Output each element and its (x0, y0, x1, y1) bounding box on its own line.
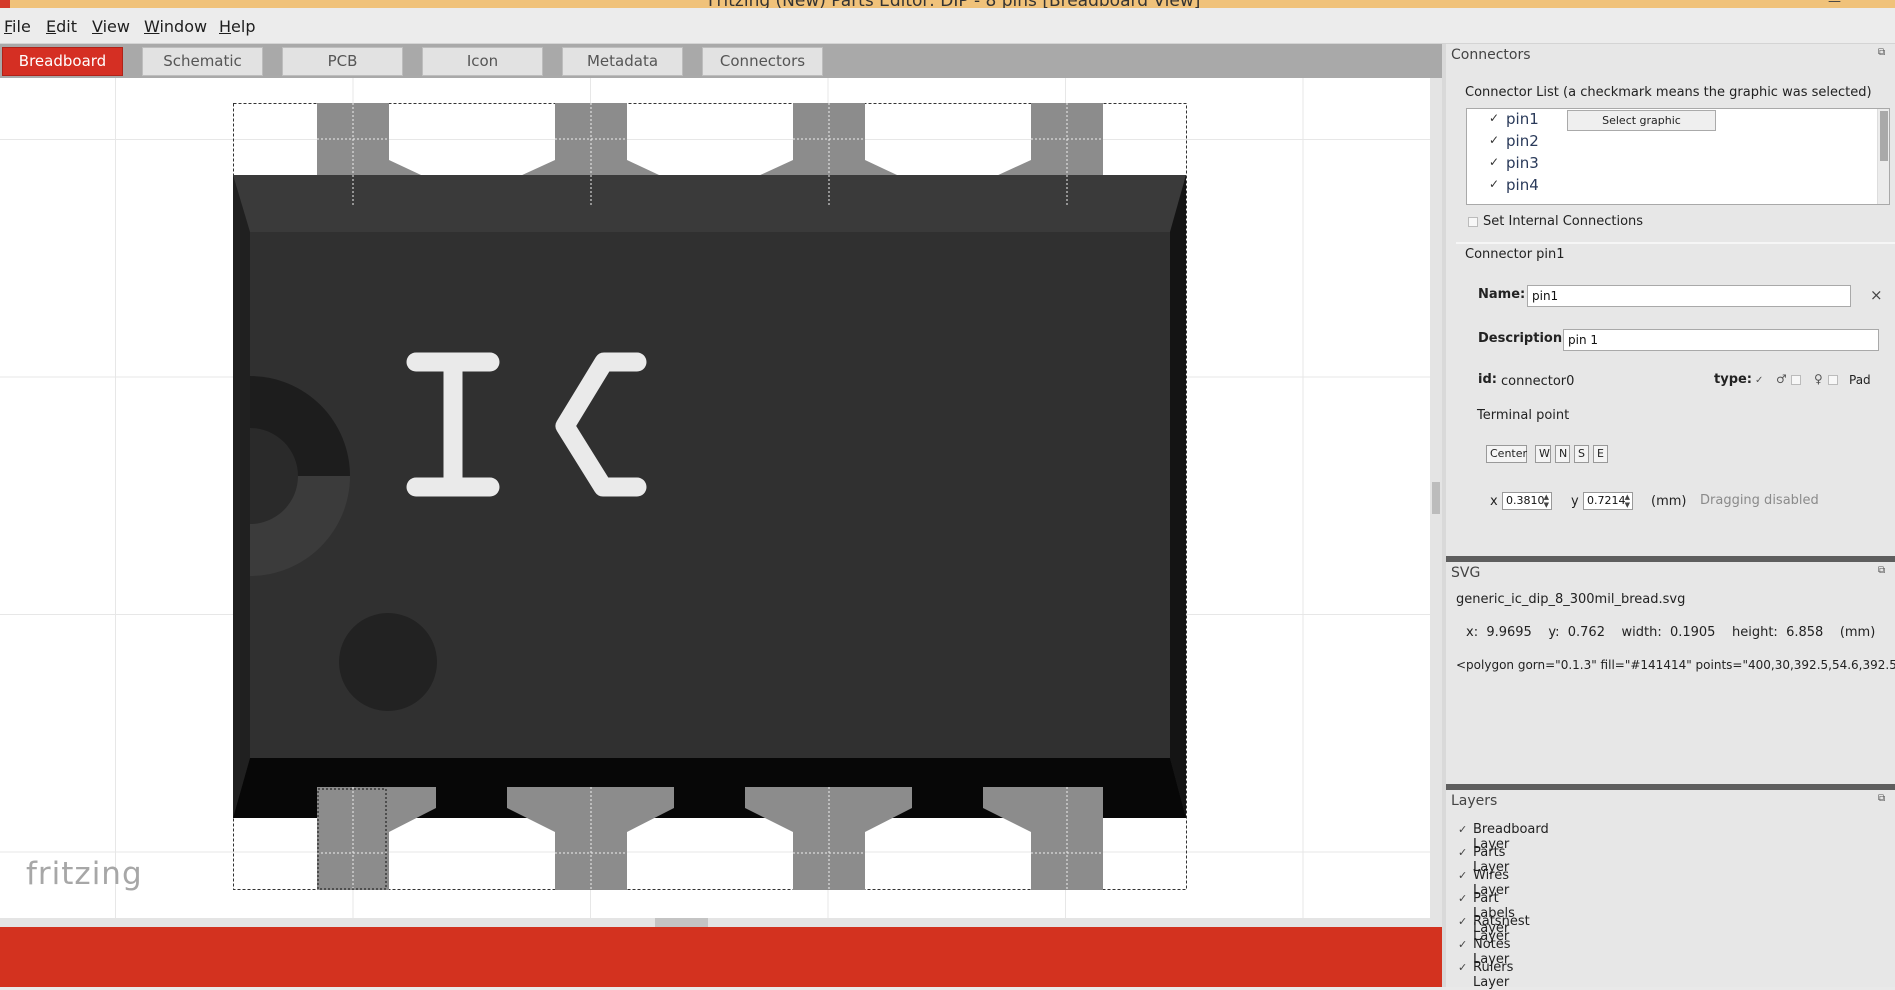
list-item[interactable]: ✓ pin3 (1467, 153, 1867, 175)
connector-list-scroll-thumb[interactable] (1880, 111, 1888, 161)
type-pad-label: Pad (1849, 373, 1871, 387)
female-connector-icon: ♀ (1814, 372, 1823, 386)
check-icon: ✓ (1458, 892, 1468, 905)
list-item[interactable]: ✓ pin2 (1467, 131, 1867, 153)
terminal-east-button[interactable]: E (1593, 445, 1608, 463)
layers-dock-title: Layers ⧉ (1446, 790, 1895, 812)
connector-description-input[interactable] (1563, 329, 1879, 351)
internal-connections-checkbox[interactable] (1468, 217, 1478, 227)
canvas-horizontal-scrollbar[interactable] (0, 918, 1442, 927)
connectors-dock-title: Connectors ⧉ (1446, 44, 1895, 66)
connector-list-label: Connector List (a checkmark means the gr… (1465, 85, 1872, 100)
terminal-x-spinbox[interactable]: 0.3810 ▲ ▼ (1502, 492, 1552, 510)
tab-metadata[interactable]: Metadata (562, 47, 683, 76)
pin-3-graphic[interactable] (745, 787, 912, 890)
pin1-indicator-dot (339, 613, 437, 711)
tab-pcb[interactable]: PCB (282, 47, 403, 76)
dock-float-icon[interactable]: ⧉ (1878, 794, 1889, 804)
svg-geometry: x: 9.9695 y: 0.762 width: 0.1905 height:… (1466, 625, 1876, 640)
check-icon: ✓ (1489, 111, 1500, 125)
menu-help[interactable]: Help (219, 17, 255, 36)
menu-edit[interactable]: Edit (46, 17, 77, 36)
check-icon: ✓ (1489, 177, 1500, 191)
id-label: id: (1478, 372, 1497, 387)
check-icon: ✓ (1458, 823, 1468, 836)
view-tab-bar: Breadboard Schematic PCB Icon Metadata C… (0, 44, 1442, 78)
dragging-status: Dragging disabled (1700, 493, 1819, 508)
spin-arrows-icon[interactable]: ▲ ▼ (1625, 493, 1630, 509)
check-icon: ✓ (1458, 938, 1468, 951)
terminal-unit-label: (mm) (1651, 494, 1687, 509)
section-divider (1456, 242, 1895, 244)
terminal-north-button[interactable]: N (1555, 445, 1570, 463)
connector-header: Connector pin1 (1465, 247, 1565, 262)
check-icon: ✓ (1489, 155, 1500, 169)
breadboard-canvas[interactable] (0, 78, 1430, 918)
dock-float-icon[interactable]: ⧉ (1878, 566, 1889, 576)
list-item[interactable]: ✓ pin4 (1467, 175, 1867, 197)
connector-list[interactable]: ✓ pin1 Select graphic ✓ pin2 ✓ pin3 ✓ pi… (1466, 108, 1890, 205)
svg-element-code: <polygon gorn="0.1.3" fill="#141414" poi… (1456, 658, 1895, 672)
minimize-icon[interactable]: — (1828, 0, 1841, 8)
id-value: connector0 (1501, 374, 1575, 389)
right-dock: Connectors ⧉ Connector List (a checkmark… (1446, 44, 1895, 990)
svg-dock-title: SVG ⧉ (1446, 562, 1895, 584)
pin-1-graphic[interactable] (317, 787, 436, 890)
check-icon: ✓ (1458, 915, 1468, 928)
connector-name-input[interactable] (1527, 285, 1851, 307)
check-icon: ✓ (1458, 869, 1468, 882)
menu-bar: File Edit View Window Help (0, 8, 1895, 44)
tab-icon[interactable]: Icon (422, 47, 543, 76)
connector-list-scrollbar[interactable] (1877, 109, 1889, 204)
internal-connections-label: Set Internal Connections (1483, 214, 1644, 229)
canvas-vscroll-thumb[interactable] (1432, 482, 1440, 514)
tab-connectors[interactable]: Connectors (702, 47, 823, 76)
y-label: y (1571, 494, 1579, 509)
terminal-center-button[interactable]: Center (1486, 445, 1527, 463)
terminal-west-button[interactable]: W (1535, 445, 1551, 463)
list-item[interactable]: ✓ pin1 Select graphic (1467, 109, 1867, 131)
select-graphic-button[interactable]: Select graphic (1567, 110, 1716, 131)
window-title-bar: Fritzing (New) Parts Editor: DIP - 8 pin… (0, 0, 1895, 8)
clear-name-icon[interactable]: × (1870, 286, 1883, 304)
type-female-checkbox[interactable] (1791, 375, 1801, 385)
male-connector-icon: ♂ (1776, 372, 1787, 386)
type-label: type: (1714, 372, 1753, 387)
svg-filename: generic_ic_dip_8_300mil_bread.svg (1456, 592, 1686, 607)
check-icon: ✓ (1489, 133, 1500, 147)
fritzing-watermark-logo: fritzing (26, 856, 143, 892)
name-label: Name: (1478, 287, 1526, 302)
chip-left-side (233, 175, 250, 818)
chip-right-side (1170, 175, 1186, 818)
menu-view[interactable]: View (92, 17, 130, 36)
canvas-vertical-scrollbar[interactable] (1430, 78, 1442, 918)
fritzing-app-icon (0, 0, 10, 8)
tab-breadboard[interactable]: Breadboard (2, 47, 123, 76)
terminal-point-label: Terminal point (1477, 408, 1570, 423)
dip8-part-graphic[interactable] (0, 78, 1430, 918)
terminal-south-button[interactable]: S (1574, 445, 1589, 463)
terminal-y-spinbox[interactable]: 0.7214 ▲ ▼ (1583, 492, 1633, 510)
tab-schematic[interactable]: Schematic (142, 47, 263, 76)
chip-top-bevel (233, 175, 1186, 232)
chip-body (233, 175, 1186, 818)
canvas-hscroll-thumb[interactable] (655, 918, 708, 927)
window-title: Fritzing (New) Parts Editor: DIP - 8 pin… (708, 0, 1200, 8)
x-label: x (1490, 494, 1498, 509)
check-icon: ✓ (1458, 846, 1468, 859)
type-male-check-icon[interactable]: ✓ (1755, 375, 1763, 386)
type-pad-checkbox[interactable] (1828, 375, 1838, 385)
menu-file[interactable]: File (4, 17, 31, 36)
check-icon: ✓ (1458, 961, 1468, 974)
pin-2-graphic[interactable] (507, 787, 674, 890)
status-bar (0, 927, 1442, 987)
pin-4-graphic[interactable] (983, 787, 1103, 890)
dock-float-icon[interactable]: ⧉ (1878, 48, 1889, 58)
description-label: Description: (1478, 331, 1568, 346)
menu-window[interactable]: Window (144, 17, 207, 36)
spin-arrows-icon[interactable]: ▲ ▼ (1544, 493, 1549, 509)
